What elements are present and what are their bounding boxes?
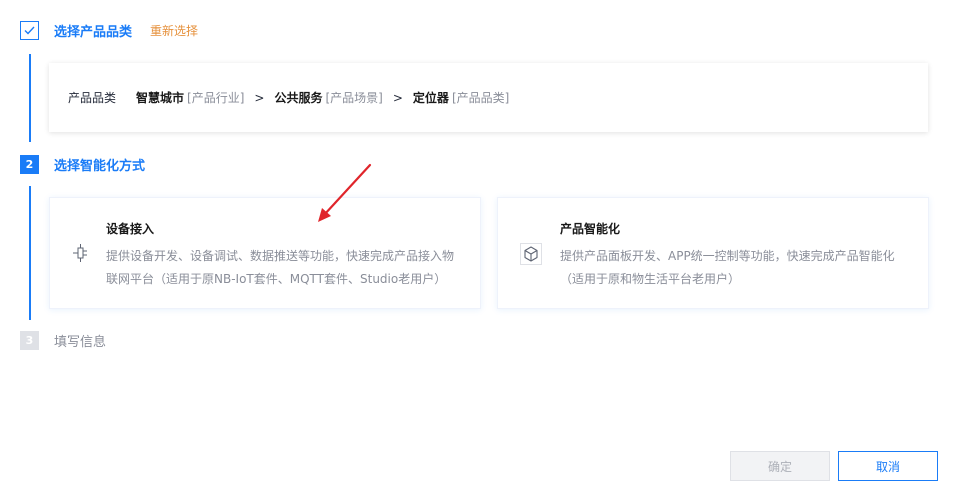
- annotation-arrow-icon: [318, 163, 372, 222]
- step-3-title: 填写信息: [54, 335, 107, 350]
- step-2-header: 2 选择智能化方式: [20, 155, 145, 174]
- summary-label: 产品品类: [68, 91, 117, 105]
- timeline-line-1: [29, 54, 31, 142]
- timeline-line-2: [29, 186, 31, 320]
- cancel-button[interactable]: 取消: [838, 451, 938, 481]
- cube-icon: [520, 243, 542, 265]
- summary-industry-type: [产品行业]: [187, 91, 245, 105]
- step-1-check-icon: [20, 21, 39, 40]
- step-2-title: 选择智能化方式: [54, 159, 146, 174]
- summary-category: 定位器: [412, 91, 449, 105]
- option-device-access-desc-line-2: 联网平台（适用于原NB-IoT套件、MQTT套件、Studio老用户）: [106, 272, 447, 286]
- step-3-number: 3: [20, 331, 39, 350]
- option-device-access-card[interactable]: 设备接入 提供设备开发、设备调试、数据推送等功能，快速完成产品接入物 联网平台（…: [49, 197, 481, 309]
- step-1-title: 选择产品品类: [54, 25, 133, 40]
- option-device-access-title: 设备接入: [106, 222, 155, 236]
- summary-separator: >: [254, 90, 265, 105]
- option-device-access-desc-line-1: 提供设备开发、设备调试、数据推送等功能，快速完成产品接入物: [106, 249, 455, 263]
- summary-scene-type: [产品场景]: [325, 91, 383, 105]
- option-product-smart-desc: 提供产品面板开发、APP统一控制等功能，快速完成产品智能化 （适用于原和物生活平…: [560, 245, 920, 291]
- option-product-smart-desc-line-1: 提供产品面板开发、APP统一控制等功能，快速完成产品智能化: [560, 249, 895, 263]
- option-device-access-desc: 提供设备开发、设备调试、数据推送等功能，快速完成产品接入物 联网平台（适用于原N…: [106, 245, 466, 291]
- summary-industry: 智慧城市: [136, 91, 185, 105]
- step-1-header: 选择产品品类 重新选择: [20, 21, 198, 40]
- option-product-smart-desc-line-2: （适用于原和物生活平台老用户）: [560, 272, 741, 286]
- category-summary-card: 产品品类 智慧城市 [产品行业] > 公共服务 [产品场景] > 定位器 [产品…: [49, 63, 928, 132]
- create-product-wizard: 选择产品品类 重新选择 产品品类 智慧城市 [产品行业] > 公共服务 [产品场…: [0, 0, 966, 492]
- step-3-header: 3 填写信息: [20, 331, 106, 350]
- summary-category-type: [产品品类]: [451, 91, 510, 105]
- option-product-smart-card[interactable]: 产品智能化 提供产品面板开发、APP统一控制等功能，快速完成产品智能化 （适用于…: [497, 197, 929, 309]
- step-2-number: 2: [20, 155, 39, 174]
- option-product-smart-title: 产品智能化: [560, 222, 621, 236]
- summary-scene: 公共服务: [274, 91, 323, 105]
- summary-separator: >: [392, 90, 403, 105]
- device-connect-icon: [73, 244, 87, 262]
- reselect-link[interactable]: 重新选择: [150, 22, 198, 39]
- confirm-button[interactable]: 确定: [730, 451, 830, 481]
